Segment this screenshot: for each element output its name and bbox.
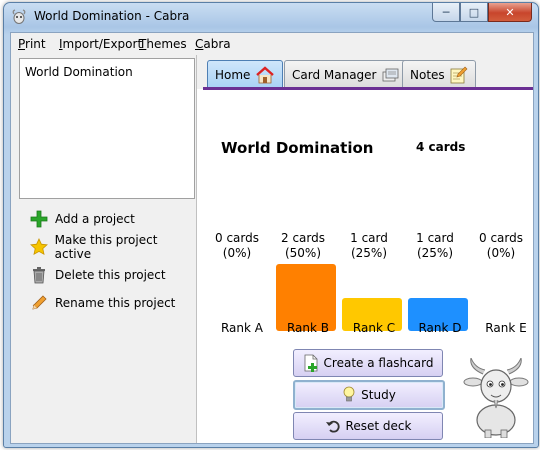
tab-strip: Home Card Manager Notes bbox=[197, 55, 533, 90]
rank-percent: (0%) bbox=[486, 246, 516, 260]
make-active-button[interactable]: Make this project active bbox=[29, 233, 195, 261]
tab-notes[interactable]: Notes bbox=[402, 60, 476, 88]
maximize-button[interactable]: □ bbox=[460, 3, 488, 22]
rank-column: 2 cards (50%) bbox=[271, 231, 336, 331]
create-flashcard-button[interactable]: Create a flashcard bbox=[293, 349, 443, 377]
rank-cards: 0 cards bbox=[215, 231, 259, 245]
rank-column: 1 card (25%) bbox=[403, 231, 468, 331]
add-project-label: Add a project bbox=[55, 212, 135, 226]
plus-icon bbox=[29, 209, 49, 229]
project-item[interactable]: World Domination bbox=[25, 65, 133, 79]
pencil-icon bbox=[29, 293, 49, 313]
client-area: Print Import/Export Themes Cabra World D… bbox=[10, 32, 534, 444]
add-project-button[interactable]: Add a project bbox=[29, 208, 135, 230]
rank-percent: (25%) bbox=[350, 246, 388, 260]
close-button[interactable]: ✕ bbox=[488, 3, 532, 22]
minimize-button[interactable]: ─ bbox=[432, 3, 460, 22]
rank-percent: (50%) bbox=[284, 246, 322, 260]
rename-project-label: Rename this project bbox=[55, 296, 176, 310]
rank-column: 0 cards (0%) bbox=[469, 231, 533, 331]
rank-cards: 2 cards bbox=[281, 231, 325, 245]
tab-card-manager[interactable]: Card Manager bbox=[284, 60, 408, 88]
notes-icon bbox=[450, 66, 468, 84]
tab-home[interactable]: Home bbox=[207, 60, 284, 88]
reset-deck-button[interactable]: Reset deck bbox=[293, 412, 443, 440]
rank-column: 0 cards (0%) bbox=[205, 231, 269, 331]
study-button[interactable]: Study bbox=[293, 380, 445, 410]
delete-project-label: Delete this project bbox=[55, 268, 166, 282]
rank-percent: (0%) bbox=[222, 246, 252, 260]
goat-icon[interactable] bbox=[11, 9, 27, 25]
rank-column: 1 card (25%) bbox=[337, 231, 402, 331]
rank-cards: 1 card bbox=[350, 231, 388, 245]
goat-mascot-icon bbox=[461, 356, 531, 441]
window-title: World Domination - Cabra bbox=[34, 9, 190, 23]
lightbulb-icon bbox=[342, 386, 356, 404]
rank-cards: 1 card bbox=[416, 231, 454, 245]
rank-percent: (25%) bbox=[416, 246, 454, 260]
title-bar[interactable]: World Domination - Cabra ─ □ ✕ bbox=[4, 3, 538, 31]
menu-themes[interactable]: Themes bbox=[139, 37, 187, 51]
home-icon bbox=[255, 65, 275, 84]
trash-icon bbox=[29, 265, 49, 285]
app-window: World Domination - Cabra ─ □ ✕ Print Imp… bbox=[3, 2, 539, 448]
tab-home-label: Home bbox=[215, 67, 251, 82]
menu-import-export[interactable]: Import/Export bbox=[59, 37, 142, 51]
rank-label: Rank E bbox=[485, 321, 527, 335]
menu-cabra[interactable]: Cabra bbox=[195, 37, 231, 51]
rank-label: Rank B bbox=[286, 321, 330, 335]
star-icon bbox=[29, 237, 49, 257]
tab-notes-label: Notes bbox=[410, 67, 445, 82]
menu-bar: Print Import/Export Themes Cabra bbox=[11, 33, 533, 55]
tab-card-manager-label: Card Manager bbox=[292, 67, 377, 82]
rank-count-label: 0 cards (0%) bbox=[205, 231, 269, 261]
tab-underline bbox=[203, 87, 533, 90]
create-flashcard-label: Create a flashcard bbox=[323, 356, 434, 370]
project-list[interactable]: World Domination bbox=[19, 58, 195, 199]
rank-count-label: 1 card (25%) bbox=[337, 231, 401, 261]
menu-print[interactable]: Print bbox=[18, 37, 46, 51]
rank-count-label: 1 card (25%) bbox=[403, 231, 467, 261]
undo-icon bbox=[325, 418, 341, 434]
rank-label: Rank A bbox=[220, 321, 263, 335]
card-count: 4 cards bbox=[416, 140, 466, 154]
make-active-label: Make this project active bbox=[54, 233, 158, 261]
new-card-icon bbox=[303, 354, 319, 372]
rename-project-button[interactable]: Rename this project bbox=[29, 292, 175, 314]
rank-label: Rank C bbox=[352, 321, 396, 335]
rank-count-label: 0 cards (0%) bbox=[469, 231, 533, 261]
window-controls: ─ □ ✕ bbox=[432, 3, 532, 22]
study-label: Study bbox=[361, 388, 396, 402]
delete-project-button[interactable]: Delete this project bbox=[29, 264, 166, 286]
main-panel: Home Card Manager Notes World Domination… bbox=[196, 55, 533, 443]
rank-cards: 0 cards bbox=[479, 231, 523, 245]
reset-deck-label: Reset deck bbox=[345, 419, 412, 433]
project-title: World Domination bbox=[221, 139, 374, 157]
rank-label: Rank D bbox=[418, 321, 462, 335]
cards-icon bbox=[382, 67, 400, 83]
rank-count-label: 2 cards (50%) bbox=[271, 231, 335, 261]
